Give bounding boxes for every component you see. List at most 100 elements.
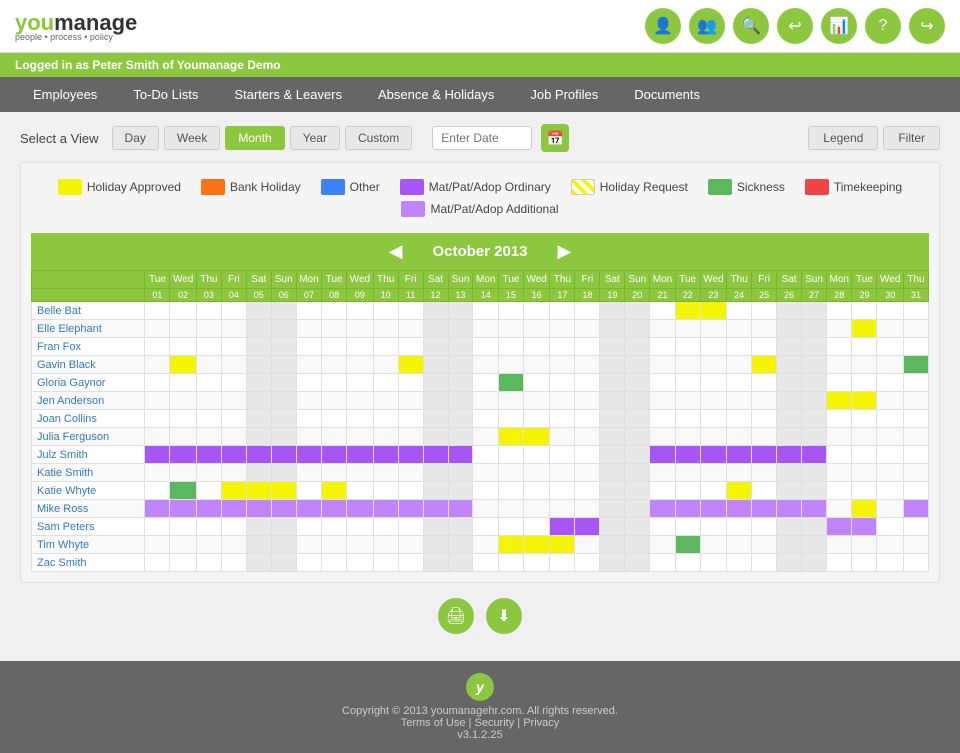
print-btn[interactable]: 🖨 — [438, 598, 474, 634]
cell[interactable] — [777, 446, 802, 464]
cell[interactable] — [675, 392, 700, 410]
cell[interactable] — [473, 554, 498, 572]
cell[interactable] — [675, 536, 700, 554]
cell[interactable] — [575, 320, 600, 338]
cell[interactable] — [575, 482, 600, 500]
cell[interactable] — [777, 320, 802, 338]
cell[interactable] — [777, 554, 802, 572]
cell[interactable] — [575, 338, 600, 356]
cell[interactable] — [550, 410, 575, 428]
cell[interactable] — [373, 482, 398, 500]
date-input[interactable] — [432, 126, 532, 150]
cell[interactable] — [650, 410, 675, 428]
cell[interactable] — [523, 554, 550, 572]
cell[interactable] — [347, 500, 374, 518]
cell[interactable] — [423, 554, 448, 572]
nav-todo[interactable]: To-Do Lists — [115, 77, 216, 112]
cell[interactable] — [347, 392, 374, 410]
cell[interactable] — [727, 554, 752, 572]
cell[interactable] — [625, 338, 650, 356]
cell[interactable] — [650, 356, 675, 374]
cell[interactable] — [903, 302, 928, 320]
cell[interactable] — [221, 320, 246, 338]
cell[interactable] — [373, 374, 398, 392]
cell[interactable] — [398, 356, 423, 374]
cell[interactable] — [700, 446, 727, 464]
nav-absence[interactable]: Absence & Holidays — [360, 77, 512, 112]
cell[interactable] — [752, 392, 777, 410]
cell[interactable] — [473, 320, 498, 338]
cell[interactable] — [600, 302, 625, 320]
cell[interactable] — [903, 320, 928, 338]
cell[interactable] — [777, 536, 802, 554]
cell[interactable] — [675, 302, 700, 320]
cell[interactable] — [625, 392, 650, 410]
cell[interactable] — [625, 356, 650, 374]
emp-link-jen-anderson[interactable]: Jen Anderson — [37, 395, 104, 407]
cell[interactable] — [727, 374, 752, 392]
cell[interactable] — [600, 410, 625, 428]
cell[interactable] — [271, 410, 296, 428]
share-icon-btn[interactable]: ↪ — [909, 8, 945, 44]
emp-link-tim-whyte[interactable]: Tim Whyte — [37, 539, 89, 551]
cell[interactable] — [145, 554, 170, 572]
cell[interactable] — [498, 428, 523, 446]
cell[interactable] — [752, 500, 777, 518]
cell[interactable] — [700, 536, 727, 554]
cell[interactable] — [448, 338, 473, 356]
cell[interactable] — [196, 356, 221, 374]
cell[interactable] — [170, 554, 197, 572]
cell[interactable] — [271, 464, 296, 482]
cell[interactable] — [145, 302, 170, 320]
cell[interactable] — [550, 320, 575, 338]
cell[interactable] — [423, 518, 448, 536]
cell[interactable] — [752, 482, 777, 500]
cell[interactable] — [448, 374, 473, 392]
cell[interactable] — [827, 320, 852, 338]
download-btn[interactable]: ⬇ — [486, 598, 522, 634]
cell[interactable] — [852, 302, 877, 320]
cell[interactable] — [145, 482, 170, 500]
cell[interactable] — [700, 302, 727, 320]
cell[interactable] — [271, 374, 296, 392]
cell[interactable] — [777, 518, 802, 536]
cell[interactable] — [727, 518, 752, 536]
cell[interactable] — [550, 392, 575, 410]
cell[interactable] — [600, 374, 625, 392]
cell[interactable] — [802, 302, 827, 320]
cell[interactable] — [498, 464, 523, 482]
cell[interactable] — [296, 374, 321, 392]
cell[interactable] — [221, 554, 246, 572]
cell[interactable] — [271, 392, 296, 410]
cell[interactable] — [550, 518, 575, 536]
cell[interactable] — [852, 356, 877, 374]
footer-link-privacy[interactable]: Privacy — [523, 717, 559, 729]
cell[interactable] — [498, 554, 523, 572]
cell[interactable] — [625, 482, 650, 500]
cell[interactable] — [246, 428, 271, 446]
cell[interactable] — [600, 536, 625, 554]
cell[interactable] — [903, 410, 928, 428]
cell[interactable] — [827, 392, 852, 410]
cell[interactable] — [296, 518, 321, 536]
cell[interactable] — [145, 464, 170, 482]
cell[interactable] — [246, 410, 271, 428]
cell[interactable] — [347, 536, 374, 554]
cell[interactable] — [347, 428, 374, 446]
cell[interactable] — [448, 500, 473, 518]
cell[interactable] — [170, 338, 197, 356]
cell[interactable] — [246, 518, 271, 536]
cell[interactable] — [625, 302, 650, 320]
cell[interactable] — [852, 446, 877, 464]
cell[interactable] — [322, 518, 347, 536]
emp-link-fran-fox[interactable]: Fran Fox — [37, 341, 81, 353]
cell[interactable] — [903, 482, 928, 500]
cell[interactable] — [852, 338, 877, 356]
cell[interactable] — [347, 302, 374, 320]
cell[interactable] — [296, 500, 321, 518]
cell[interactable] — [296, 536, 321, 554]
cell[interactable] — [523, 446, 550, 464]
cell[interactable] — [877, 374, 904, 392]
cell[interactable] — [852, 500, 877, 518]
cell[interactable] — [827, 374, 852, 392]
